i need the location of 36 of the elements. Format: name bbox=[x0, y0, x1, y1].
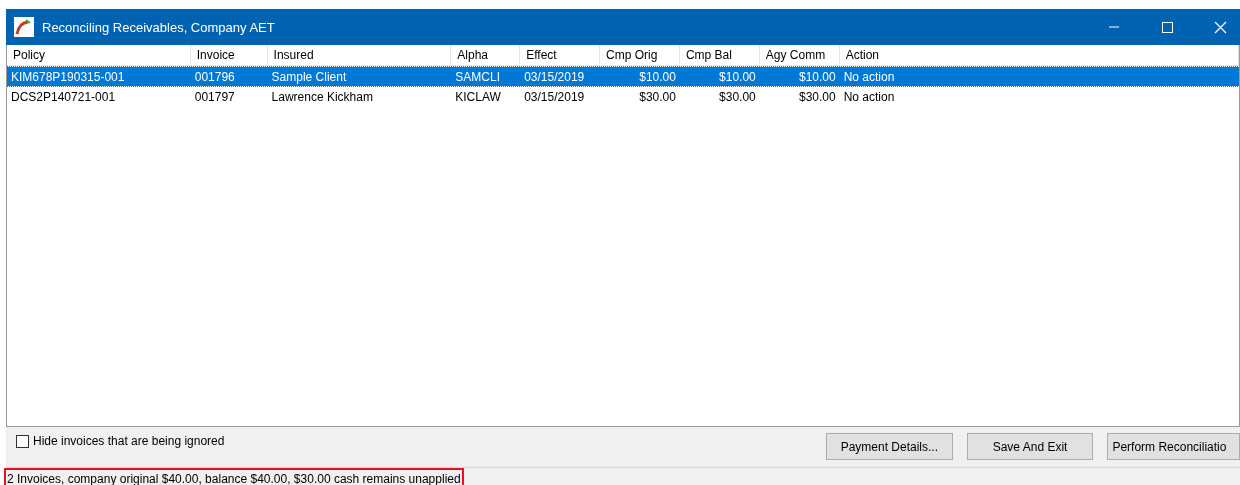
table-cell-text: $10.00 bbox=[718, 69, 757, 84]
action-button[interactable]: Payment Details... bbox=[826, 433, 953, 460]
window-title: Reconciling Receivables, Company AET bbox=[42, 19, 276, 35]
table-cell-text: KICLAW bbox=[454, 89, 502, 104]
table-cell-text: KIM678P190315-001 bbox=[10, 69, 126, 84]
checkbox[interactable] bbox=[16, 434, 29, 448]
table-cell-text: SAMCLI bbox=[454, 69, 501, 84]
table-cell-text: No action bbox=[842, 69, 896, 84]
table-cell-text: No action bbox=[842, 89, 896, 104]
column-header[interactable]: Cmp Orig bbox=[600, 45, 680, 65]
table-cell-text: 03/15/2019 bbox=[523, 89, 586, 104]
table-cell-text: $10.00 bbox=[638, 69, 677, 84]
column-header[interactable]: Policy bbox=[7, 45, 191, 65]
table-cell-text: $10.00 bbox=[797, 69, 837, 84]
column-header[interactable]: Cmp Bal bbox=[679, 45, 760, 65]
table-cell-text: DCS2P140721-001 bbox=[10, 89, 117, 104]
table-cell-text: $30.00 bbox=[718, 89, 757, 104]
table-cell-text: Lawrence Kickham bbox=[270, 89, 374, 104]
table-cell-text: $30.00 bbox=[638, 89, 677, 104]
table-row[interactable]: DCS2P140721-001 001797 Lawrence Kickham KICLAW 03/15/2019 $30.00 $30.00 $30.00 No action bbox=[7, 87, 1239, 106]
column-header[interactable]: Action bbox=[839, 45, 1239, 65]
column-header[interactable]: Insured bbox=[267, 45, 452, 65]
table-cell-text: 001797 bbox=[193, 89, 236, 104]
app-logo-icon bbox=[14, 17, 34, 37]
table-row[interactable]: KIM678P190315-001 001796 Sample Client SAMCLI 03/15/2019 $10.00 $10.00 $10.00 No action bbox=[7, 67, 1239, 86]
column-header[interactable]: Alpha bbox=[451, 45, 521, 65]
action-button[interactable]: Perform Reconciliatio bbox=[1107, 433, 1240, 460]
table-cell-text: 001796 bbox=[193, 69, 236, 84]
column-header[interactable]: Invoice bbox=[190, 45, 268, 65]
status-text: 2 Invoices, company original $40.00, balance $40.00, $30.00 cash remains unapplied bbox=[4, 468, 464, 485]
table-cell-text: $30.00 bbox=[797, 89, 837, 104]
column-header[interactable]: Effect bbox=[520, 45, 601, 65]
table-cell-text: Sample Client bbox=[270, 69, 348, 84]
action-button[interactable]: Save And Exit bbox=[966, 433, 1094, 460]
table-cell-text: 03/15/2019 bbox=[523, 69, 586, 84]
column-header[interactable]: Agy Comm bbox=[759, 45, 840, 65]
